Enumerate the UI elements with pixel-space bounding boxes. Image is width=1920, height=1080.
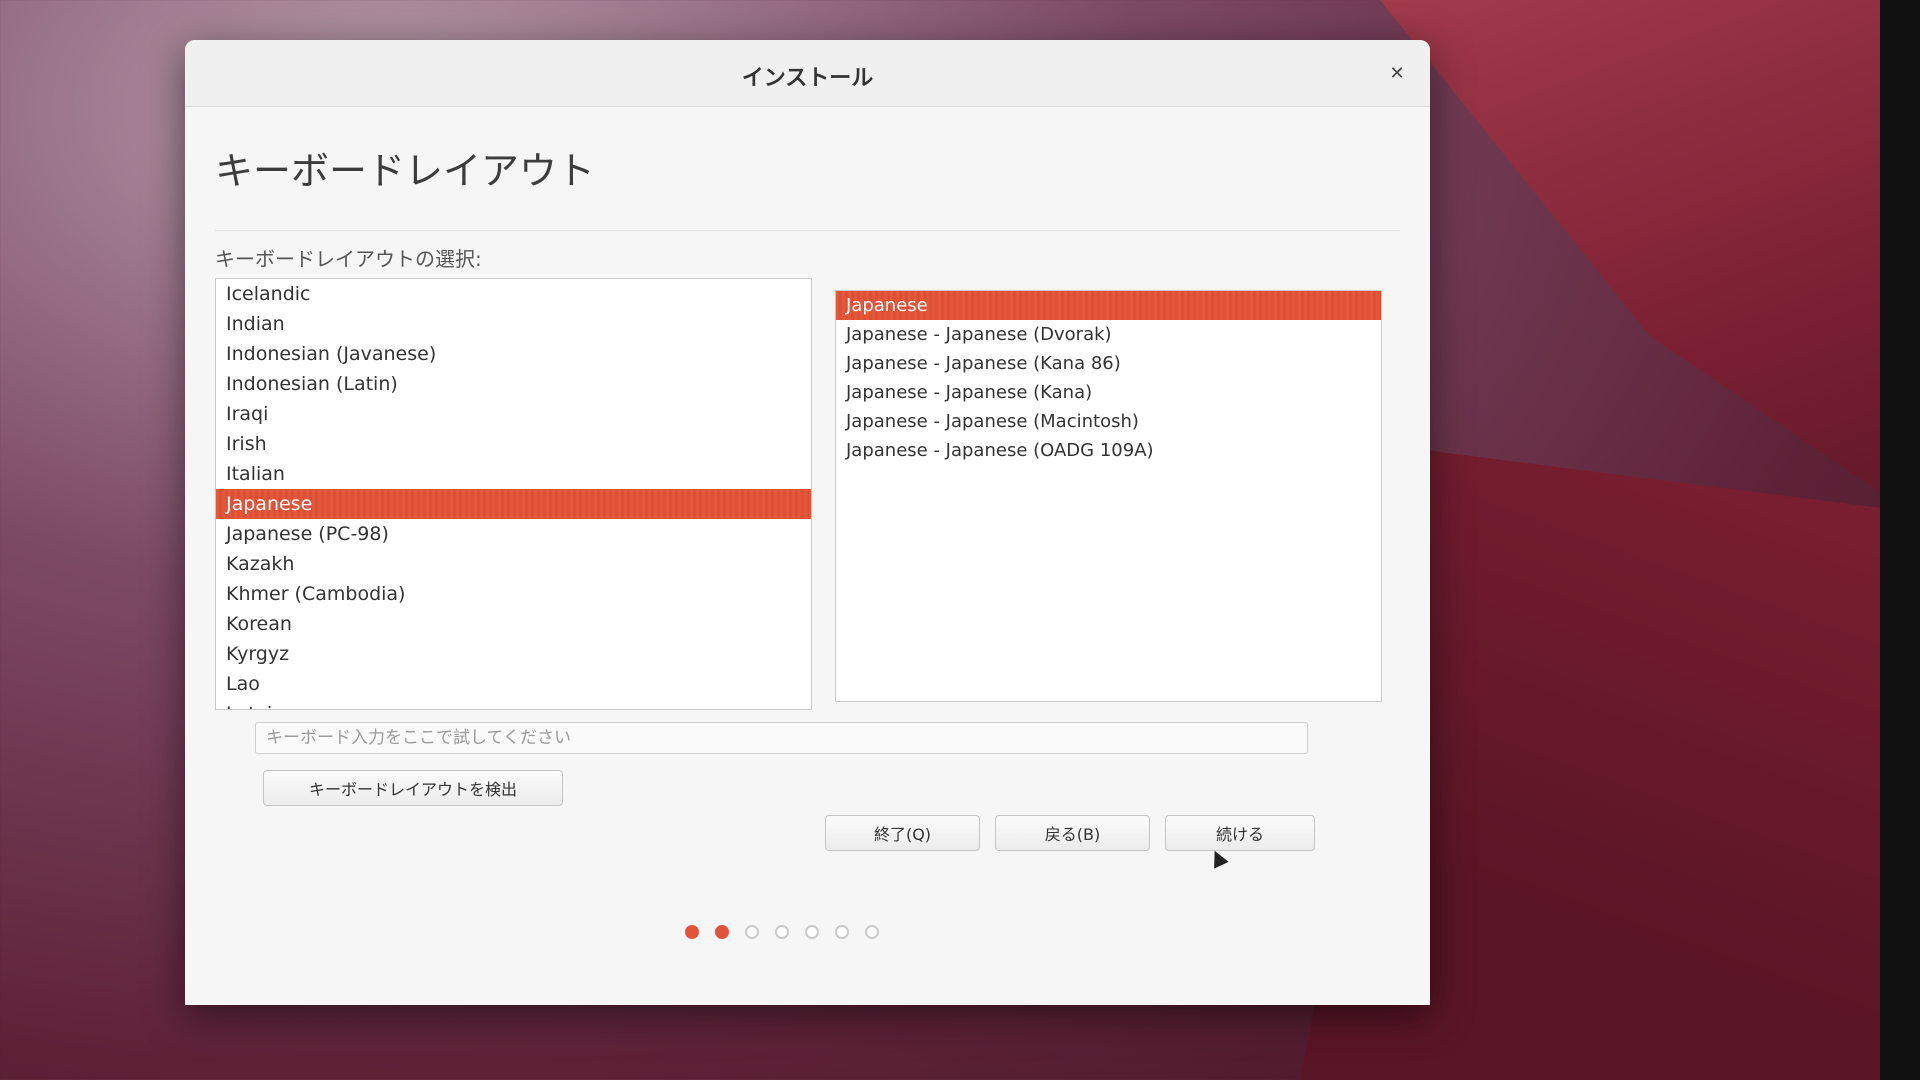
close-button[interactable]: ✕ xyxy=(1382,58,1412,88)
layout-list-item[interactable]: Korean xyxy=(216,609,811,639)
progress-dot xyxy=(805,925,819,939)
titlebar: インストール ✕ xyxy=(185,40,1430,107)
layout-list-item[interactable]: Japanese xyxy=(216,489,811,519)
layout-list-item[interactable]: Indonesian (Latin) xyxy=(216,369,811,399)
continue-button[interactable]: 続ける xyxy=(1165,815,1315,851)
layout-list-item[interactable]: Indian xyxy=(216,309,811,339)
layout-list-item[interactable]: Japanese (PC-98) xyxy=(216,519,811,549)
close-icon: ✕ xyxy=(1389,62,1405,84)
variant-list-item[interactable]: Japanese - Japanese (Kana 86) xyxy=(836,349,1381,378)
layout-list-item[interactable]: Kyrgyz xyxy=(216,639,811,669)
variant-list-item[interactable]: Japanese - Japanese (Kana) xyxy=(836,378,1381,407)
back-button[interactable]: 戻る(B) xyxy=(995,815,1150,851)
progress-dot xyxy=(685,925,699,939)
variant-list[interactable]: Japanese Japanese - Japanese (Dvorak) Japa… xyxy=(835,290,1382,702)
window-title: インストール xyxy=(741,66,874,91)
progress-dot xyxy=(865,925,879,939)
layout-list-item[interactable]: Indonesian (Javanese) xyxy=(216,339,811,369)
layout-list-item[interactable]: Italian xyxy=(216,459,811,489)
progress-dot xyxy=(835,925,849,939)
variant-list-item[interactable]: Japanese - Japanese (OADG 109A) xyxy=(836,436,1381,465)
detect-layout-button[interactable]: キーボードレイアウトを検出 xyxy=(263,770,563,806)
quit-button[interactable]: 終了(Q) xyxy=(825,815,980,851)
progress-indicator xyxy=(685,925,879,939)
variant-list-item[interactable]: Japanese - Japanese (Macintosh) xyxy=(836,407,1381,436)
layout-list-item[interactable]: Kazakh xyxy=(216,549,811,579)
divider xyxy=(215,230,1400,231)
layout-list-item[interactable]: Lao xyxy=(216,669,811,699)
layout-list-item[interactable]: Iraqi xyxy=(216,399,811,429)
installer-window: インストール ✕ キーボードレイアウト キーボードレイアウトの選択: Icela… xyxy=(185,40,1430,1005)
layout-list-item[interactable]: Irish xyxy=(216,429,811,459)
variant-list-item[interactable]: Japanese xyxy=(836,291,1381,320)
keyboard-test-input[interactable] xyxy=(255,722,1308,754)
progress-dot xyxy=(715,925,729,939)
layout-list-item[interactable]: Khmer (Cambodia) xyxy=(216,579,811,609)
layout-list-item[interactable]: Icelandic xyxy=(216,279,811,309)
progress-dot xyxy=(775,925,789,939)
select-label: キーボードレイアウトの選択: xyxy=(215,247,482,271)
variant-list-item[interactable]: Japanese - Japanese (Dvorak) xyxy=(836,320,1381,349)
progress-dot xyxy=(745,925,759,939)
layout-list[interactable]: Icelandic Indian Indonesian (Javanese) Indo… xyxy=(215,278,812,710)
monitor-bezel xyxy=(1880,0,1920,1080)
layout-list-item[interactable]: Latvian xyxy=(216,699,811,709)
page-title: キーボードレイアウト xyxy=(215,149,596,193)
